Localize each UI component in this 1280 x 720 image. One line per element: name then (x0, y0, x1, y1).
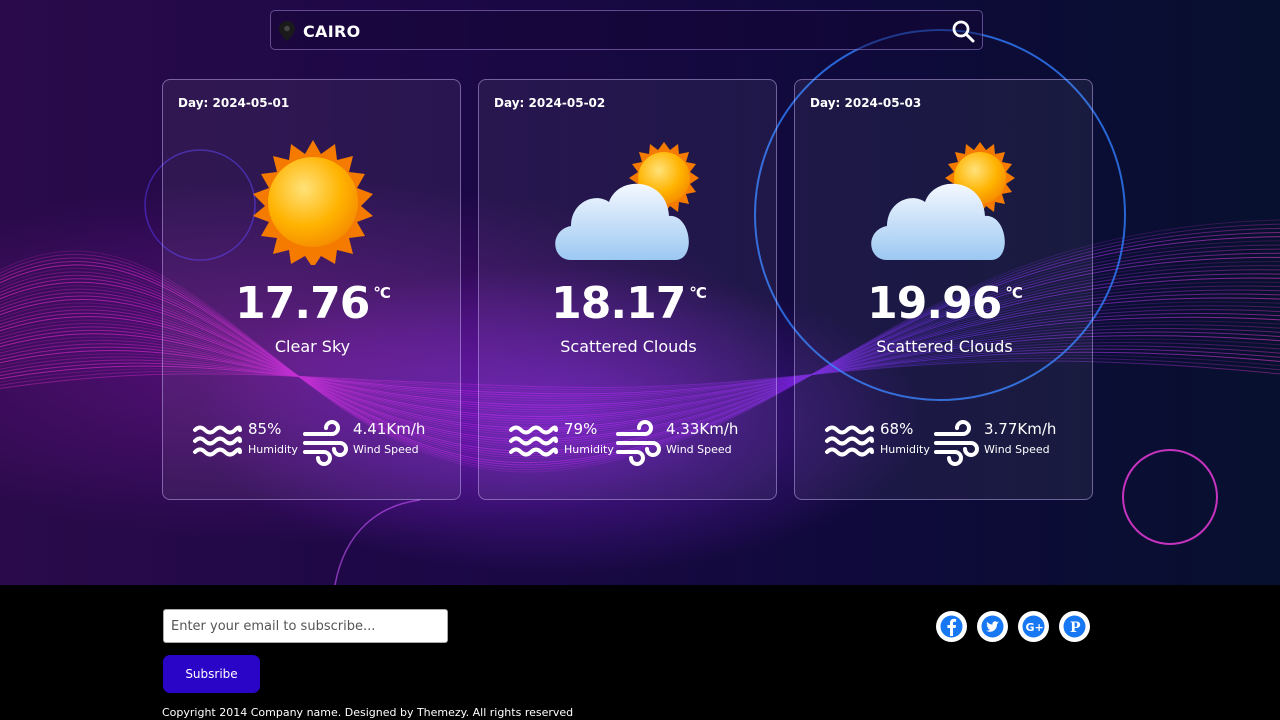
humidity-label: Humidity (564, 443, 614, 456)
copyright-text: Copyright 2014 Company name. Designed by… (162, 706, 574, 719)
cloud-sun-icon (555, 142, 699, 260)
weather-condition: Scattered Clouds (560, 337, 697, 356)
humidity-waves-icon (193, 425, 242, 457)
forecast-card: Day: 2024-05-01 17.76 °C Clear Sky 85% Hu… (162, 79, 461, 500)
wind-icon (303, 420, 348, 466)
temperature-unit: °C (373, 284, 390, 302)
wind-label: Wind Speed (353, 443, 419, 456)
wind-value: 3.77Km/h (984, 420, 1057, 438)
humidity-waves-icon (509, 425, 558, 457)
hero-section: Day: 2024-05-01 17.76°C Clear Sky 85% Hu… (0, 0, 1280, 585)
pinterest-icon[interactable]: P (1059, 611, 1090, 642)
footer: Subsribe G+ P Copyright 2014 Company nam… (0, 585, 1280, 720)
forecast-date: Day: 2024-05-03 (810, 96, 922, 110)
temperature-value: 17.76 (235, 278, 370, 329)
location-pin-icon (279, 21, 295, 41)
cloud-sun-icon (871, 142, 1015, 260)
humidity-value: 85% (248, 420, 282, 438)
subscribe-button[interactable]: Subsribe (163, 655, 260, 693)
wind-icon (934, 420, 979, 466)
wind-label: Wind Speed (666, 443, 732, 456)
facebook-icon[interactable] (936, 611, 967, 642)
humidity-value: 79% (564, 420, 598, 438)
temperature-value: 18.17 (551, 278, 686, 329)
humidity-value: 68% (880, 420, 914, 438)
humidity-label: Humidity (248, 443, 298, 456)
weather-condition: Clear Sky (274, 337, 351, 356)
humidity-label: Humidity (880, 443, 930, 456)
forecast-card: Day: 2024-05-03 19.96 °C Scattered Clouds… (794, 79, 1093, 500)
humidity-waves-icon (825, 425, 874, 457)
city-search-input[interactable] (303, 22, 903, 41)
sun-icon (253, 140, 373, 265)
twitter-icon[interactable] (977, 611, 1008, 642)
wind-icon (616, 420, 661, 466)
search-bar (270, 10, 983, 50)
temperature-unit: °C (689, 284, 706, 302)
forecast-date: Day: 2024-05-01 (178, 96, 290, 110)
email-subscribe-input[interactable] (163, 609, 448, 643)
google-plus-icon[interactable]: G+ (1018, 611, 1049, 642)
wind-label: Wind Speed (984, 443, 1050, 456)
weather-condition: Scattered Clouds (876, 337, 1013, 356)
forecast-date: Day: 2024-05-02 (494, 96, 606, 110)
forecast-card: Day: 2024-05-02 18.17 °C Scattered Clouds… (478, 79, 777, 500)
svg-text:G+: G+ (1026, 621, 1044, 634)
search-icon[interactable] (950, 18, 976, 44)
temperature-unit: °C (1005, 284, 1022, 302)
temperature: 17.76 °C (163, 278, 462, 329)
wind-value: 4.33Km/h (666, 420, 739, 438)
svg-text:P: P (1070, 620, 1081, 636)
temperature: 19.96 °C (795, 278, 1094, 329)
temperature-value: 19.96 (867, 278, 1002, 329)
wind-value: 4.41Km/h (353, 420, 426, 438)
temperature: 18.17 °C (479, 278, 778, 329)
